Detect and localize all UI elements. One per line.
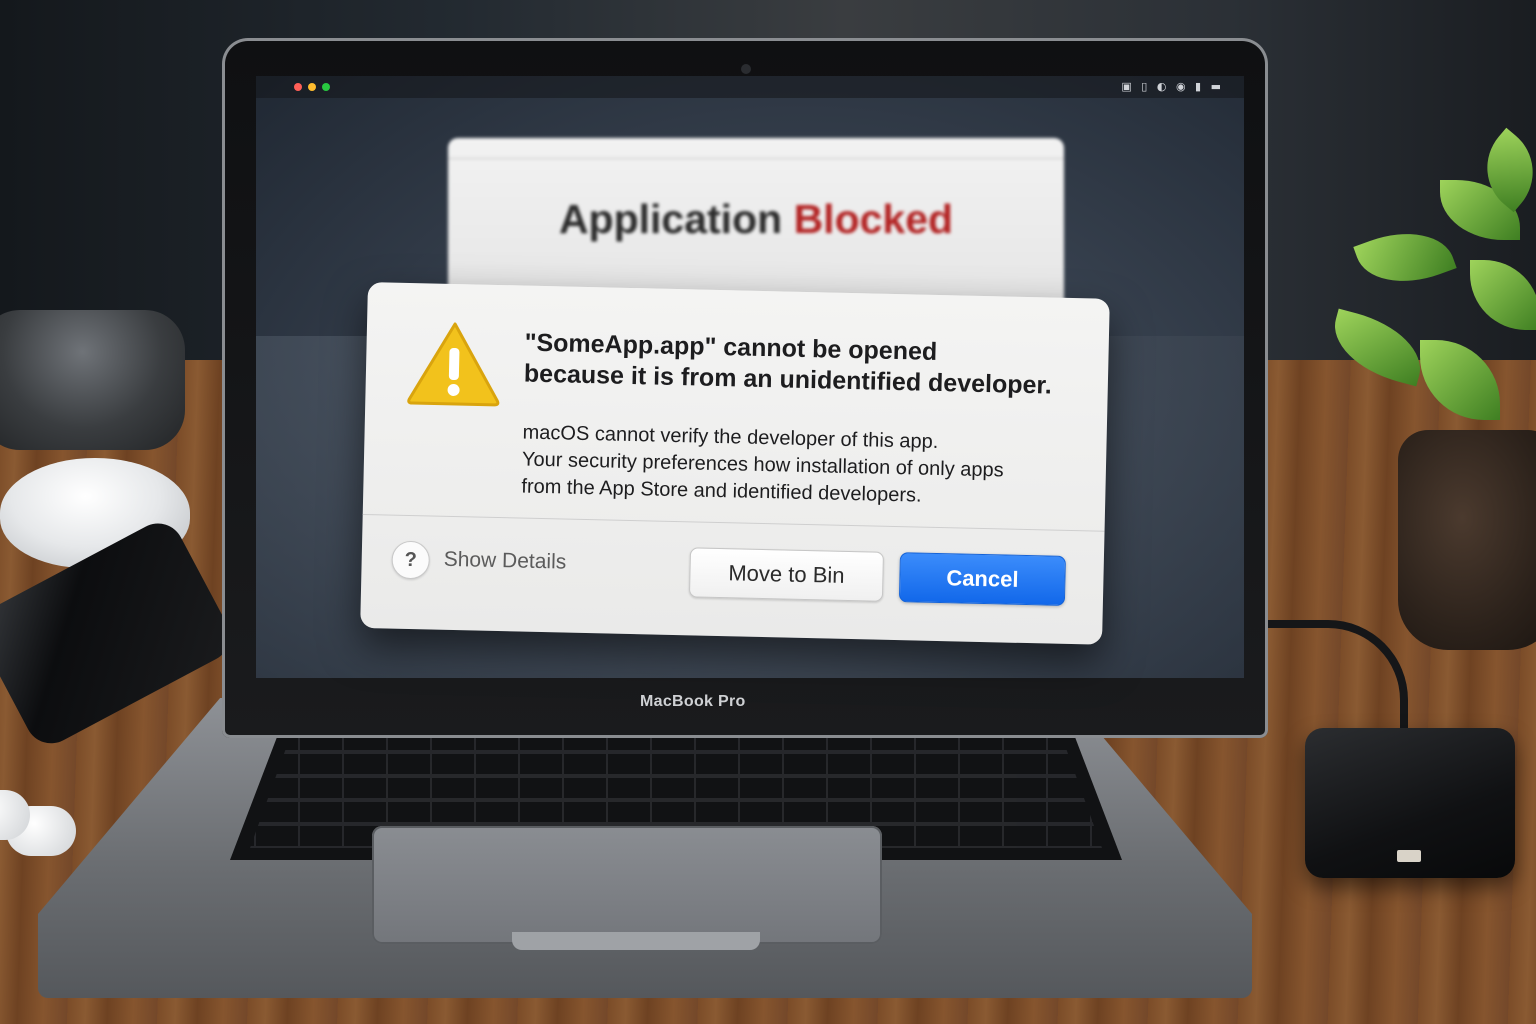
security-alert-dialog: "SomeApp.app" cannot be opened because i… bbox=[360, 282, 1110, 645]
heading-application: Application bbox=[558, 196, 783, 242]
warning-icon bbox=[407, 322, 500, 407]
cancel-button[interactable]: Cancel bbox=[898, 552, 1066, 606]
background-window-heading: Application Blocked bbox=[448, 196, 1064, 243]
help-button[interactable]: ? bbox=[391, 540, 431, 580]
show-details-link[interactable]: Show Details bbox=[443, 548, 566, 575]
close-dot-icon[interactable] bbox=[294, 83, 302, 91]
menu-bar: ▣ ▯ ◐ ◉ ▮ ▬ bbox=[256, 76, 1244, 98]
dialog-title: "SomeApp.app" cannot be opened because i… bbox=[524, 328, 1065, 402]
move-to-bin-button[interactable]: Move to Bin bbox=[688, 547, 885, 602]
dialog-divider bbox=[362, 513, 1105, 532]
drive-led bbox=[1397, 850, 1421, 862]
dialog-message: macOS cannot verify the developer of thi… bbox=[521, 420, 1063, 513]
status-icons[interactable]: ▣ ▯ ◐ ◉ ▮ ▬ bbox=[1121, 80, 1224, 93]
trackpad[interactable] bbox=[372, 826, 882, 944]
zoom-dot-icon[interactable] bbox=[322, 83, 330, 91]
external-hard-drive bbox=[1305, 728, 1515, 878]
camera bbox=[741, 64, 751, 74]
plant-pot bbox=[1398, 430, 1536, 650]
model-label: MacBook Pro bbox=[640, 693, 746, 710]
background-window-titlebar bbox=[448, 138, 1064, 159]
speaker bbox=[0, 310, 185, 450]
heading-blocked: Blocked bbox=[793, 196, 954, 242]
lid-notch bbox=[512, 932, 760, 950]
minimize-dot-icon[interactable] bbox=[308, 83, 316, 91]
